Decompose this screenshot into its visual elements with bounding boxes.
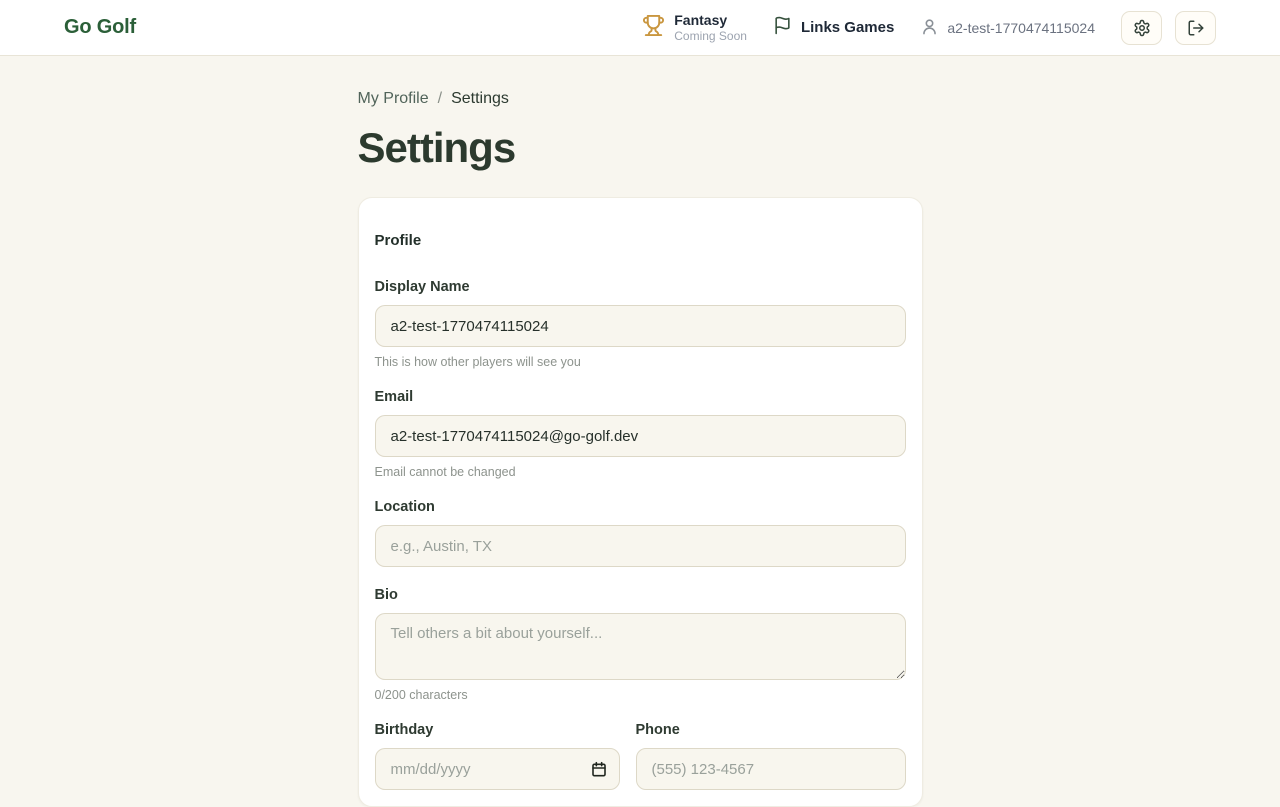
birthday-group: Birthday bbox=[375, 722, 620, 790]
logout-button[interactable] bbox=[1175, 11, 1216, 45]
location-label: Location bbox=[375, 499, 906, 515]
nav-fantasy-label: Fantasy bbox=[674, 12, 747, 29]
display-name-label: Display Name bbox=[375, 279, 906, 295]
breadcrumb: My Profile / Settings bbox=[358, 90, 923, 108]
birthday-label: Birthday bbox=[375, 722, 620, 738]
bio-label: Bio bbox=[375, 587, 906, 603]
email-field[interactable] bbox=[375, 415, 906, 457]
bio-character-counter: 0/200 characters bbox=[375, 688, 906, 702]
settings-button[interactable] bbox=[1121, 11, 1162, 45]
profile-card-heading: Profile bbox=[375, 232, 906, 249]
gear-icon bbox=[1133, 19, 1151, 37]
flag-icon bbox=[773, 16, 792, 39]
page-title: Settings bbox=[358, 125, 923, 171]
breadcrumb-current: Settings bbox=[451, 90, 509, 108]
trophy-icon bbox=[642, 14, 665, 42]
birthday-field-wrap bbox=[375, 748, 620, 790]
email-group: Email Email cannot be changed bbox=[375, 389, 906, 479]
phone-group: Phone bbox=[636, 722, 906, 790]
email-helper: Email cannot be changed bbox=[375, 465, 906, 479]
nav-links-games-label: Links Games bbox=[801, 19, 894, 36]
main-content: My Profile / Settings Settings Profile D… bbox=[358, 56, 923, 807]
nav-fantasy-text: Fantasy Coming Soon bbox=[674, 12, 747, 43]
phone-input[interactable] bbox=[636, 748, 906, 790]
person-icon bbox=[920, 17, 939, 39]
phone-label: Phone bbox=[636, 722, 906, 738]
breadcrumb-separator: / bbox=[438, 90, 442, 108]
location-group: Location bbox=[375, 499, 906, 567]
location-input[interactable] bbox=[375, 525, 906, 567]
bio-textarea[interactable] bbox=[375, 613, 906, 680]
top-navbar: Go Golf Fantasy Coming Soon bbox=[0, 0, 1280, 56]
nav-fantasy-status: Coming Soon bbox=[674, 29, 747, 43]
display-name-helper: This is how other players will see you bbox=[375, 355, 906, 369]
breadcrumb-my-profile[interactable]: My Profile bbox=[358, 90, 429, 108]
nav-username: a2-test-1770474115024 bbox=[947, 20, 1095, 36]
app-logo[interactable]: Go Golf bbox=[64, 16, 136, 39]
nav-item-links-games[interactable]: Links Games bbox=[773, 16, 894, 39]
display-name-input[interactable] bbox=[375, 305, 906, 347]
navbar-buttons bbox=[1121, 11, 1216, 45]
profile-card: Profile Display Name This is how other p… bbox=[358, 197, 923, 807]
navbar-right: Fantasy Coming Soon Links Games a2-test-… bbox=[642, 11, 1216, 45]
birthday-input[interactable] bbox=[375, 748, 620, 790]
birthday-phone-row: Birthday Phone bbox=[375, 722, 906, 790]
calendar-icon[interactable] bbox=[591, 761, 607, 777]
logout-icon bbox=[1187, 19, 1205, 37]
nav-user-chip: a2-test-1770474115024 bbox=[920, 17, 1095, 39]
bio-group: Bio 0/200 characters bbox=[375, 587, 906, 702]
email-label: Email bbox=[375, 389, 906, 405]
nav-item-fantasy: Fantasy Coming Soon bbox=[642, 12, 747, 43]
display-name-group: Display Name This is how other players w… bbox=[375, 279, 906, 369]
